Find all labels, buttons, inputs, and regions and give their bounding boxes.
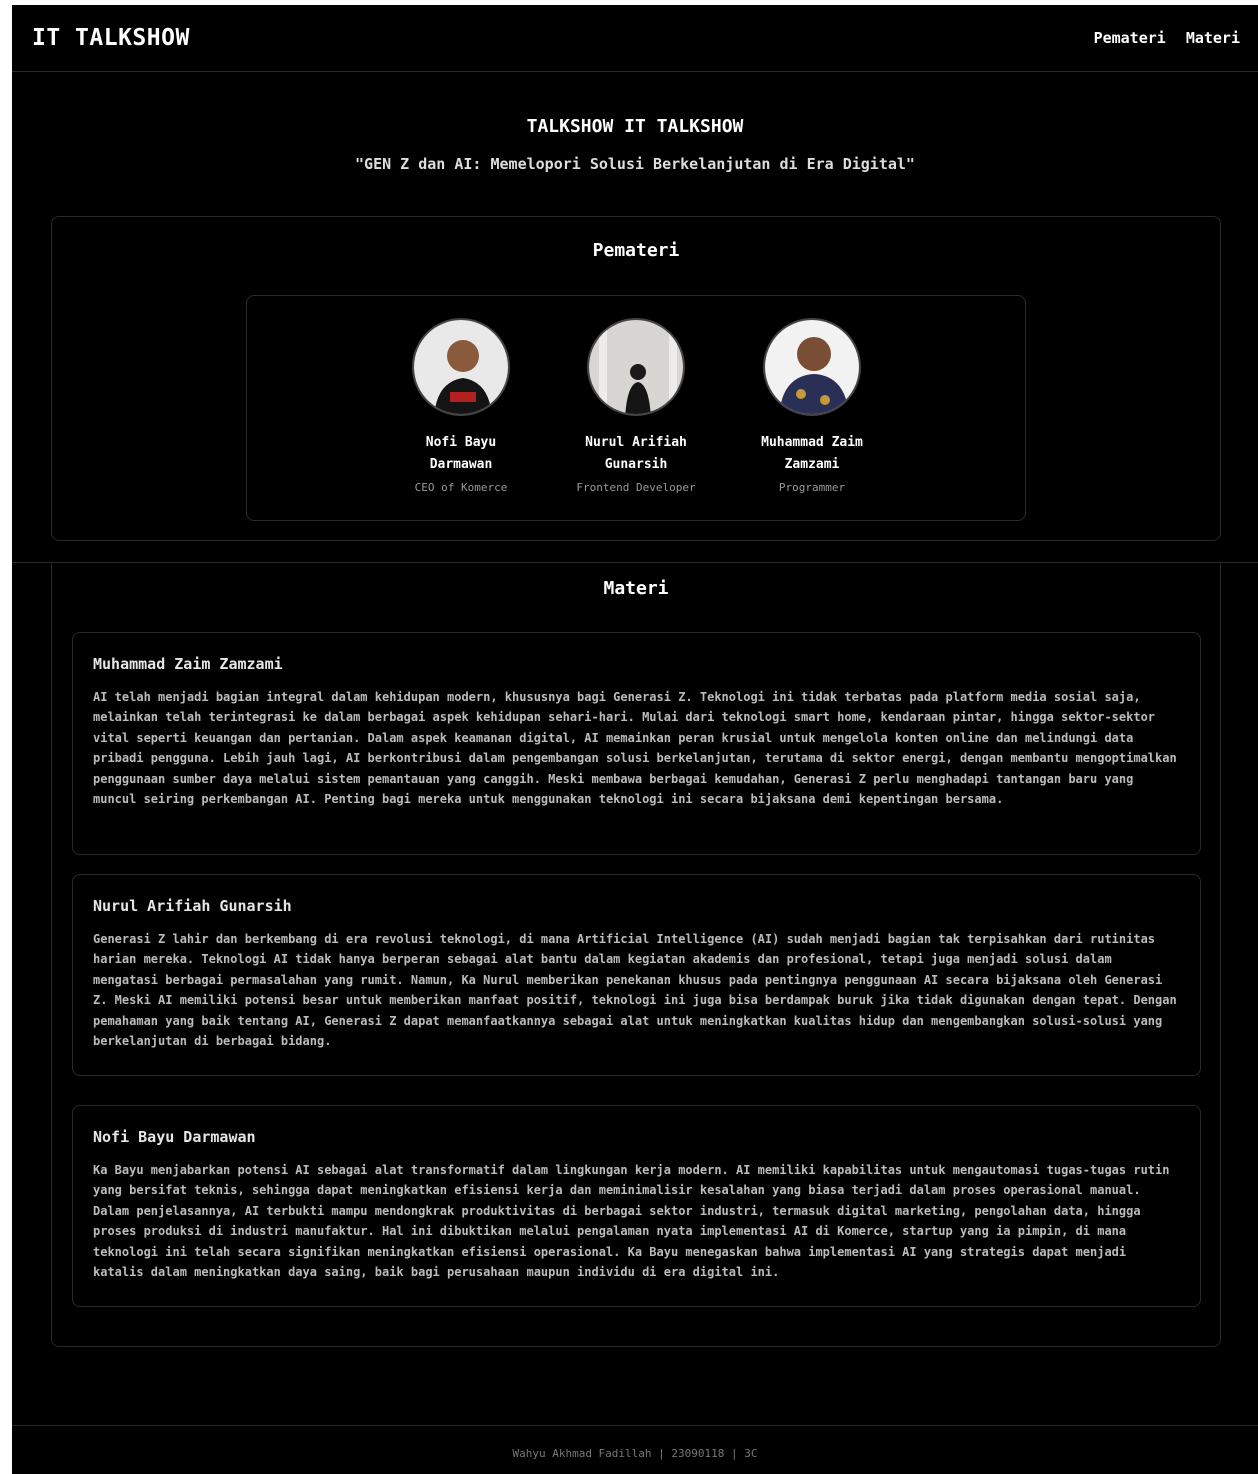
materi-card-text: Generasi Z lahir dan berkembang di era r… [93,932,1177,1049]
speaker-name: Muhammad Zaim Zamzami [761,435,863,472]
speakers-section: Pemateri Nofi Bayu Darmawan CEO of Komer… [51,216,1221,541]
speaker-role: Frontend Developer [576,481,696,494]
page-title: TALKSHOW IT TALKSHOW [526,116,744,137]
speaker-list: Nofi Bayu Darmawan CEO of Komerce Nurul … [246,295,1026,521]
page: IT TALKSHOW Pemateri Materi TALKSHOW IT … [12,5,1258,1474]
top-navbar: IT TALKSHOW Pemateri Materi [12,5,1258,72]
speaker-card: Muhammad Zaim Zamzami Programmer [742,318,882,494]
avatar [412,318,510,416]
materi-card-text: Ka Bayu menjabarkan potensi AI sebagai a… [93,1163,1170,1280]
speaker-role: Programmer [778,481,846,494]
speaker-role: CEO of Komerce [414,481,508,494]
nav-links: Pemateri Materi [1094,29,1240,47]
speakers-title: Pemateri [592,240,680,261]
materi-card-title: Nurul Arifiah Gunarsih [93,897,292,915]
avatar [763,318,861,416]
nav-link-pemateri[interactable]: Pemateri [1094,29,1166,47]
materi-card-text: AI telah menjadi bagian integral dalam k… [93,690,1177,807]
site-brand[interactable]: IT TALKSHOW [32,25,190,51]
materi-section: Materi Muhammad Zaim Zamzami AI telah me… [51,562,1221,1347]
speaker-card: Nurul Arifiah Gunarsih Frontend Develope… [566,318,706,494]
materi-card: Nurul Arifiah Gunarsih Generasi Z lahir … [72,874,1201,1076]
speaker-name: Nofi Bayu Darmawan [425,435,497,472]
footer-credit: Wahyu Akhmad Fadillah | 23090118 | 3C [512,1447,758,1460]
materi-title: Materi [603,578,669,599]
speaker-card: Nofi Bayu Darmawan CEO of Komerce [391,318,531,494]
materi-card: Nofi Bayu Darmawan Ka Bayu menjabarkan p… [72,1105,1201,1307]
footer: Wahyu Akhmad Fadillah | 23090118 | 3C [12,1425,1258,1474]
avatar [587,318,685,416]
materi-card-title: Muhammad Zaim Zamzami [93,655,283,673]
page-subtitle: "GEN Z dan AI: Memelopori Solusi Berkela… [355,155,915,173]
speaker-name: Nurul Arifiah Gunarsih [585,435,687,472]
nav-link-materi[interactable]: Materi [1186,29,1240,47]
materi-card: Muhammad Zaim Zamzami AI telah menjadi b… [72,632,1201,855]
materi-card-title: Nofi Bayu Darmawan [93,1128,256,1146]
